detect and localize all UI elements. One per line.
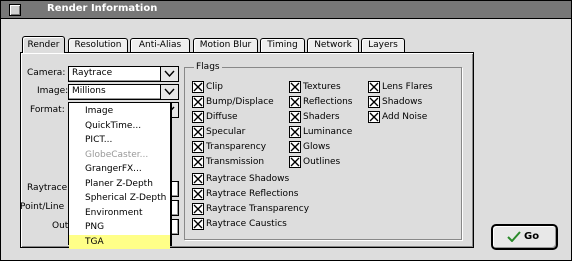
checkbox-box[interactable] — [289, 141, 301, 153]
checkbox-box[interactable] — [368, 81, 380, 93]
checkbox-label: Reflections — [303, 97, 353, 107]
menu-item-label: Image — [85, 106, 114, 116]
camera-label: Camera: — [27, 68, 66, 78]
checkbox-box[interactable] — [192, 81, 204, 93]
checkbox-box[interactable] — [289, 96, 301, 108]
checkbox-label: Glows — [303, 142, 331, 152]
tab-layers[interactable]: Layers — [361, 38, 405, 52]
go-button[interactable]: Go — [491, 224, 558, 250]
checkbox-box[interactable] — [289, 156, 301, 168]
menu-item-label: GrangerFX... — [85, 164, 142, 174]
menu-item-label: GlobeCaster... — [85, 149, 149, 160]
render-information-window: Render Information Render Resolution Ant… — [0, 0, 572, 261]
checkbox-label: Outlines — [303, 157, 341, 167]
checkbox-box[interactable] — [368, 111, 380, 123]
image-popup[interactable]: Millions — [68, 84, 179, 100]
image-value: Millions — [72, 86, 106, 96]
menu-item-pict[interactable]: PICT... — [69, 133, 170, 147]
tab-label: Network — [314, 40, 352, 50]
checkbox-box[interactable] — [192, 218, 204, 230]
checkbox-label: Specular — [206, 127, 246, 137]
menu-item-png[interactable]: PNG — [69, 220, 170, 234]
menu-item-tga[interactable]: TGA — [69, 234, 170, 249]
checkbox-label: Add Noise — [382, 112, 428, 122]
window-title: Render Information — [47, 3, 158, 14]
checkbox-box[interactable] — [192, 188, 204, 200]
checkbox-label: Raytrace Reflections — [206, 189, 299, 199]
checkbox-label: Shaders — [303, 112, 340, 122]
checkbox-box[interactable] — [192, 203, 204, 215]
menu-item-spherical-z-depth[interactable]: Spherical Z-Depth — [69, 191, 170, 205]
image-label: Image: — [37, 86, 69, 96]
chevron-down-icon — [160, 67, 178, 81]
tab-label: Motion Blur — [199, 40, 252, 50]
checkbox-box[interactable] — [192, 173, 204, 185]
camera-value: Raytrace — [72, 68, 113, 78]
format-label: Format: — [30, 105, 65, 115]
menu-item-quicktime[interactable]: QuickTime... — [69, 119, 170, 133]
point-line-label: Point/Line — [20, 202, 65, 212]
checkbox-box[interactable] — [192, 156, 204, 168]
checkbox-box[interactable] — [192, 126, 204, 138]
menu-item-label: QuickTime... — [85, 120, 142, 131]
menu-item-environment[interactable]: Environment — [69, 206, 170, 220]
tab-motion-blur[interactable]: Motion Blur — [193, 38, 258, 52]
menu-item-label: Environment — [85, 207, 143, 218]
checkbox-label: Raytrace Shadows — [206, 174, 290, 184]
checkbox-label: Shadows — [382, 97, 423, 107]
menu-item-label: TGA — [85, 236, 104, 247]
tab-anti-alias[interactable]: Anti-Alias — [130, 38, 190, 52]
tab-resolution[interactable]: Resolution — [68, 38, 128, 52]
tab-label: Anti-Alias — [138, 40, 182, 50]
checkmark-icon — [507, 231, 521, 245]
menu-item-label: PICT... — [85, 135, 113, 145]
tab-render[interactable]: Render — [22, 36, 65, 53]
checkbox-label: Transmission — [206, 157, 265, 167]
checkbox-box[interactable] — [289, 81, 301, 93]
raytrace-label: Raytrace — [27, 183, 68, 193]
checkbox-label: Textures — [303, 82, 341, 92]
menu-item-label: Spherical Z-Depth — [85, 193, 167, 203]
checkbox-box[interactable] — [289, 126, 301, 138]
title-bar[interactable]: Render Information — [1, 1, 571, 19]
menu-item-label: PNG — [85, 222, 105, 232]
menu-item-image[interactable]: Image — [69, 104, 170, 118]
checkbox-label: Raytrace Caustics — [206, 219, 287, 229]
tab-network[interactable]: Network — [307, 38, 359, 52]
checkbox-label: Raytrace Transparency — [206, 204, 310, 214]
checkbox-label: Clip — [206, 82, 223, 92]
tab-timing[interactable]: Timing — [260, 38, 305, 52]
tab-label: Layers — [368, 40, 398, 50]
checkbox-label: Luminance — [303, 127, 353, 137]
checkbox-box[interactable] — [368, 96, 380, 108]
camera-popup[interactable]: Raytrace — [68, 66, 179, 82]
menu-item-grangerfx[interactable]: GrangerFX... — [69, 162, 170, 176]
format-menu: Image QuickTime... PICT... GlobeCaster... Gr… — [68, 102, 171, 249]
checkbox-box[interactable] — [192, 96, 204, 108]
checkbox-box[interactable] — [289, 111, 301, 123]
menu-item-planer-z-depth[interactable]: Planer Z-Depth — [69, 177, 170, 191]
menu-item-globecaster: GlobeCaster... — [69, 148, 170, 162]
checkbox-label: Diffuse — [206, 112, 238, 122]
tab-label: Timing — [267, 40, 298, 50]
checkbox-label: Bump/Displace — [206, 97, 274, 107]
checkbox-label: Lens Flares — [382, 82, 433, 92]
chevron-down-icon — [160, 85, 178, 99]
tab-label: Render — [27, 40, 60, 50]
menu-item-label: Planer Z-Depth — [85, 178, 153, 189]
go-label: Go — [524, 231, 540, 242]
close-box[interactable] — [9, 4, 21, 16]
flags-title: Flags — [194, 62, 222, 72]
checkbox-box[interactable] — [192, 141, 204, 153]
checkbox-label: Transparency — [206, 142, 267, 152]
tab-label: Resolution — [74, 40, 122, 50]
checkbox-box[interactable] — [192, 111, 204, 123]
